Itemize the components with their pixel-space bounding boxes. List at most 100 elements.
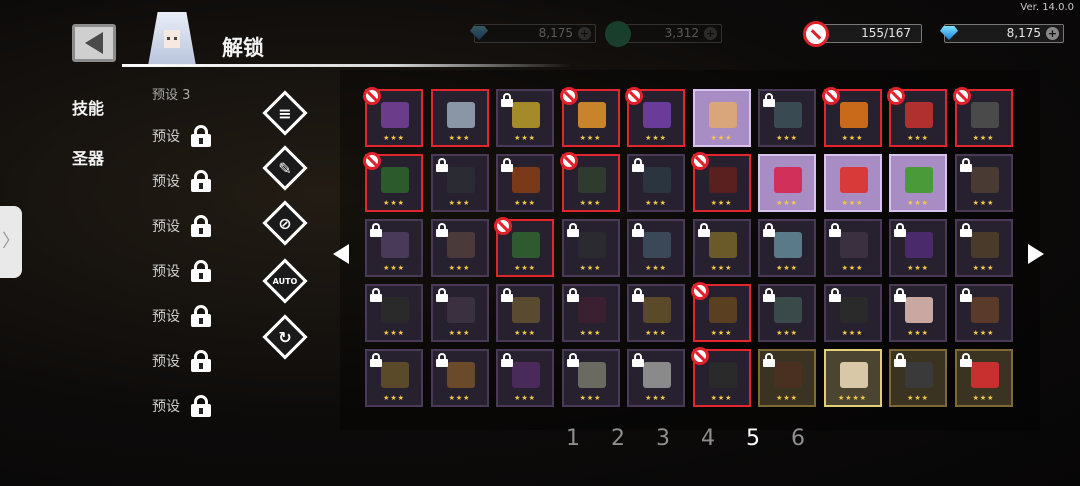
relic-slot[interactable]: ★★★ xyxy=(954,349,1013,407)
relic-slot[interactable]: ★★★ xyxy=(692,219,751,277)
relic-slot[interactable]: ★★★ xyxy=(690,152,751,212)
relic-item-icon xyxy=(381,297,409,323)
rarity-stars: ★★★ xyxy=(710,329,733,337)
relic-slot[interactable]: ★★★ xyxy=(887,87,947,147)
relic-slot[interactable]: ★★★ xyxy=(758,219,816,277)
side-drawer-handle[interactable]: 〉 xyxy=(0,206,22,278)
rarity-stars: ★★★ xyxy=(645,329,667,337)
relic-slot[interactable]: ★★★ xyxy=(952,87,1013,147)
pagination: 123456 xyxy=(563,426,808,451)
relic-slot[interactable]: ★★★ xyxy=(954,154,1013,212)
relic-slot[interactable]: ★★★ xyxy=(561,284,620,342)
relic-slot[interactable]: ★★★ xyxy=(823,219,882,277)
relic-slot[interactable]: ★★★ xyxy=(627,349,685,407)
relic-slot[interactable]: ★★★ xyxy=(363,152,423,212)
relic-slot[interactable]: ★★★ xyxy=(758,349,816,407)
page-number[interactable]: 5 xyxy=(743,426,763,451)
ban-toggle-button[interactable]: ⊘ xyxy=(262,200,308,246)
relic-slot[interactable]: ★★★ xyxy=(430,219,489,277)
relic-slot[interactable]: ★★★ xyxy=(627,154,685,212)
rarity-stars: ★★★ xyxy=(907,134,929,142)
back-button[interactable] xyxy=(72,24,116,62)
rarity-stars: ★★★ xyxy=(514,329,536,337)
gem-currency[interactable]: 8,175 + xyxy=(944,24,1064,43)
relic-slot[interactable]: ★★★ xyxy=(496,284,554,342)
relic-slot[interactable]: ★★★ xyxy=(625,87,685,147)
rarity-stars: ★★★ xyxy=(383,394,405,402)
relic-slot[interactable]: ★★★ xyxy=(494,217,554,277)
relic-slot[interactable]: ★★★ xyxy=(559,152,620,212)
relic-slot[interactable]: ★★★ xyxy=(559,87,620,147)
relic-slot[interactable]: ★★★ xyxy=(889,219,947,277)
relic-item-icon xyxy=(446,102,475,128)
auto-ban-icon: AUTO xyxy=(272,276,298,286)
relic-slot[interactable]: ★★★ xyxy=(821,87,882,147)
preset-item[interactable]: 预设 xyxy=(152,123,212,149)
relic-slot[interactable]: ★★★ xyxy=(889,349,947,407)
lock-icon xyxy=(500,158,514,172)
preset-item[interactable]: 预设 xyxy=(152,393,212,419)
relic-slot[interactable]: ★★★ xyxy=(758,89,816,147)
tab-skills[interactable]: 技能 xyxy=(72,95,104,119)
ban-reset-button[interactable]: ↻ xyxy=(262,314,308,360)
prev-page-arrow-icon[interactable] xyxy=(333,244,349,264)
page-number[interactable]: 6 xyxy=(788,426,808,451)
tab-relics[interactable]: 圣器 xyxy=(72,145,104,169)
relic-slot[interactable]: ★★★ xyxy=(692,89,751,147)
page-number[interactable]: 1 xyxy=(563,426,583,451)
preset-item[interactable]: 预设 xyxy=(152,213,212,239)
relic-slot[interactable]: ★★★ xyxy=(690,282,751,342)
relic-slot[interactable]: ★★★ xyxy=(561,219,620,277)
lock-icon xyxy=(566,353,580,367)
relic-slot[interactable]: ★★★ xyxy=(823,154,882,212)
relic-slot[interactable]: ★★★ xyxy=(496,89,554,147)
relic-slot[interactable]: ★★★ xyxy=(430,349,489,407)
next-page-arrow-icon[interactable] xyxy=(1028,244,1044,264)
lock-icon xyxy=(369,288,383,302)
relic-slot[interactable]: ★★★ xyxy=(889,154,947,212)
relic-slot[interactable]: ★★★ xyxy=(954,219,1013,277)
relic-slot[interactable]: ★★★ xyxy=(954,284,1013,342)
rarity-stars: ★★★ xyxy=(972,329,995,337)
rarity-stars: ★★★ xyxy=(907,199,929,207)
relic-slot[interactable]: ★★★ xyxy=(758,284,816,342)
relic-slot[interactable]: ★★★ xyxy=(823,284,882,342)
relic-slot[interactable]: ★★★ xyxy=(365,349,423,407)
rarity-stars: ★★★ xyxy=(514,264,536,272)
relic-slot[interactable]: ★★★ xyxy=(889,284,947,342)
preset-item[interactable]: 预设 xyxy=(152,168,212,194)
lock-icon xyxy=(762,288,776,302)
ban-icon xyxy=(494,217,512,235)
header-underline xyxy=(122,64,572,67)
relic-slot[interactable]: ★★★ xyxy=(363,87,423,147)
filter-search-button[interactable]: ≡ xyxy=(262,90,308,136)
scroll-edit-button[interactable]: ✎ xyxy=(262,145,308,191)
preset-item[interactable]: 预设 xyxy=(152,258,212,284)
relic-slot[interactable]: ★★★ xyxy=(365,219,423,277)
page-number[interactable]: 3 xyxy=(653,426,673,451)
relic-slot[interactable]: ★★★ xyxy=(627,284,685,342)
relic-item-icon xyxy=(643,232,671,258)
preset-item[interactable]: 预设 xyxy=(152,303,212,329)
rarity-stars: ★★★ xyxy=(710,134,733,142)
relic-item-icon xyxy=(774,232,802,258)
relic-slot[interactable]: ★★★ xyxy=(561,349,620,407)
preset-item[interactable]: 预设 xyxy=(152,348,212,374)
relic-slot[interactable]: ★★★ xyxy=(430,284,489,342)
relic-slot[interactable]: ★★★ xyxy=(690,347,751,407)
rarity-stars: ★★★ xyxy=(841,199,864,207)
auto-ban-button[interactable]: AUTO xyxy=(262,258,308,304)
preset-item-partial[interactable]: 预设 3 xyxy=(152,84,190,103)
relic-slot[interactable]: ★★★ xyxy=(627,219,685,277)
relic-slot[interactable]: ★★★ xyxy=(365,284,423,342)
relic-slot[interactable]: ★★★ xyxy=(496,154,554,212)
ban-icon xyxy=(363,152,381,170)
relic-slot[interactable]: ★★★ xyxy=(430,154,489,212)
page-number[interactable]: 4 xyxy=(698,426,718,451)
page-number[interactable]: 2 xyxy=(608,426,628,451)
relic-slot[interactable]: ★★★★ xyxy=(823,349,882,407)
relic-slot[interactable]: ★★★ xyxy=(430,89,489,147)
lock-icon xyxy=(762,93,776,107)
relic-slot[interactable]: ★★★ xyxy=(758,154,816,212)
relic-slot[interactable]: ★★★ xyxy=(496,349,554,407)
